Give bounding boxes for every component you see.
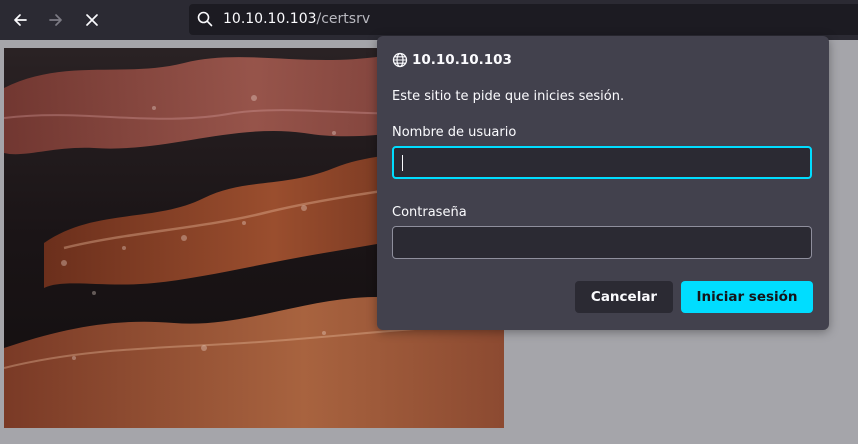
globe-icon: [392, 52, 408, 68]
address-bar[interactable]: 10.10.10.103/certsrv: [189, 4, 858, 35]
url-path: /certsrv: [316, 11, 371, 27]
url-host: 10.10.10.103: [223, 11, 317, 27]
cancel-button[interactable]: Cancelar: [575, 281, 673, 313]
close-icon: [86, 14, 98, 26]
arrow-left-icon: [14, 14, 27, 26]
search-icon: [197, 11, 213, 27]
arrow-right-icon: [49, 14, 62, 26]
username-label: Nombre de usuario: [392, 125, 517, 140]
username-input[interactable]: [392, 146, 812, 179]
url-text: 10.10.10.103/certsrv: [223, 11, 370, 27]
password-label: Contraseña: [392, 205, 467, 220]
back-button[interactable]: [6, 6, 34, 34]
password-input[interactable]: [392, 226, 812, 259]
stop-button[interactable]: [78, 6, 106, 34]
text-caret: [402, 155, 403, 171]
login-dialog: 10.10.10.103 Este sitio te pide que inic…: [377, 36, 829, 330]
dialog-message: Este sitio te pide que inicies sesión.: [392, 89, 625, 104]
browser-toolbar: 10.10.10.103/certsrv: [0, 0, 858, 40]
login-button[interactable]: Iniciar sesión: [681, 281, 813, 313]
forward-button[interactable]: [42, 6, 70, 34]
dialog-host: 10.10.10.103: [412, 52, 512, 68]
